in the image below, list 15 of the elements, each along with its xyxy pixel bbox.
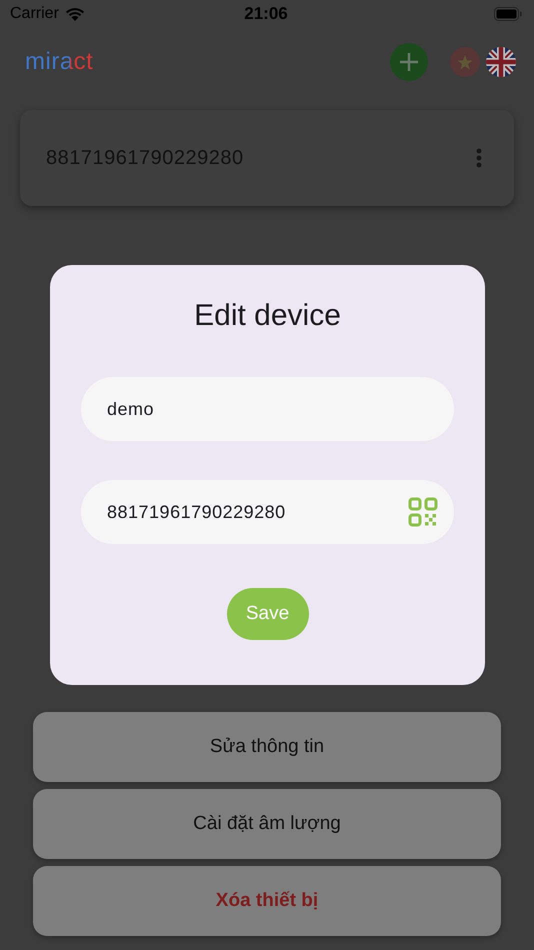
action-button[interactable]: Xóa thiết bị [33, 866, 501, 936]
add-button[interactable] [390, 43, 428, 81]
qr-code-icon[interactable] [408, 497, 438, 527]
dialog-title: Edit device [194, 298, 341, 334]
action-button[interactable]: Sửa thông tin [33, 712, 501, 782]
more-icon [476, 148, 482, 168]
clock-time: 21:06 [244, 4, 288, 24]
plus-icon [398, 51, 420, 73]
language-flag[interactable] [486, 47, 516, 77]
action-button[interactable]: Cài đặt âm lượng [33, 789, 501, 859]
name-field[interactable]: demo [81, 377, 454, 441]
code-field[interactable]: 88171961790229280 [81, 480, 454, 544]
battery-icon [494, 7, 522, 21]
wifi-icon [64, 6, 85, 22]
carrier-name: Carrier [10, 5, 59, 23]
